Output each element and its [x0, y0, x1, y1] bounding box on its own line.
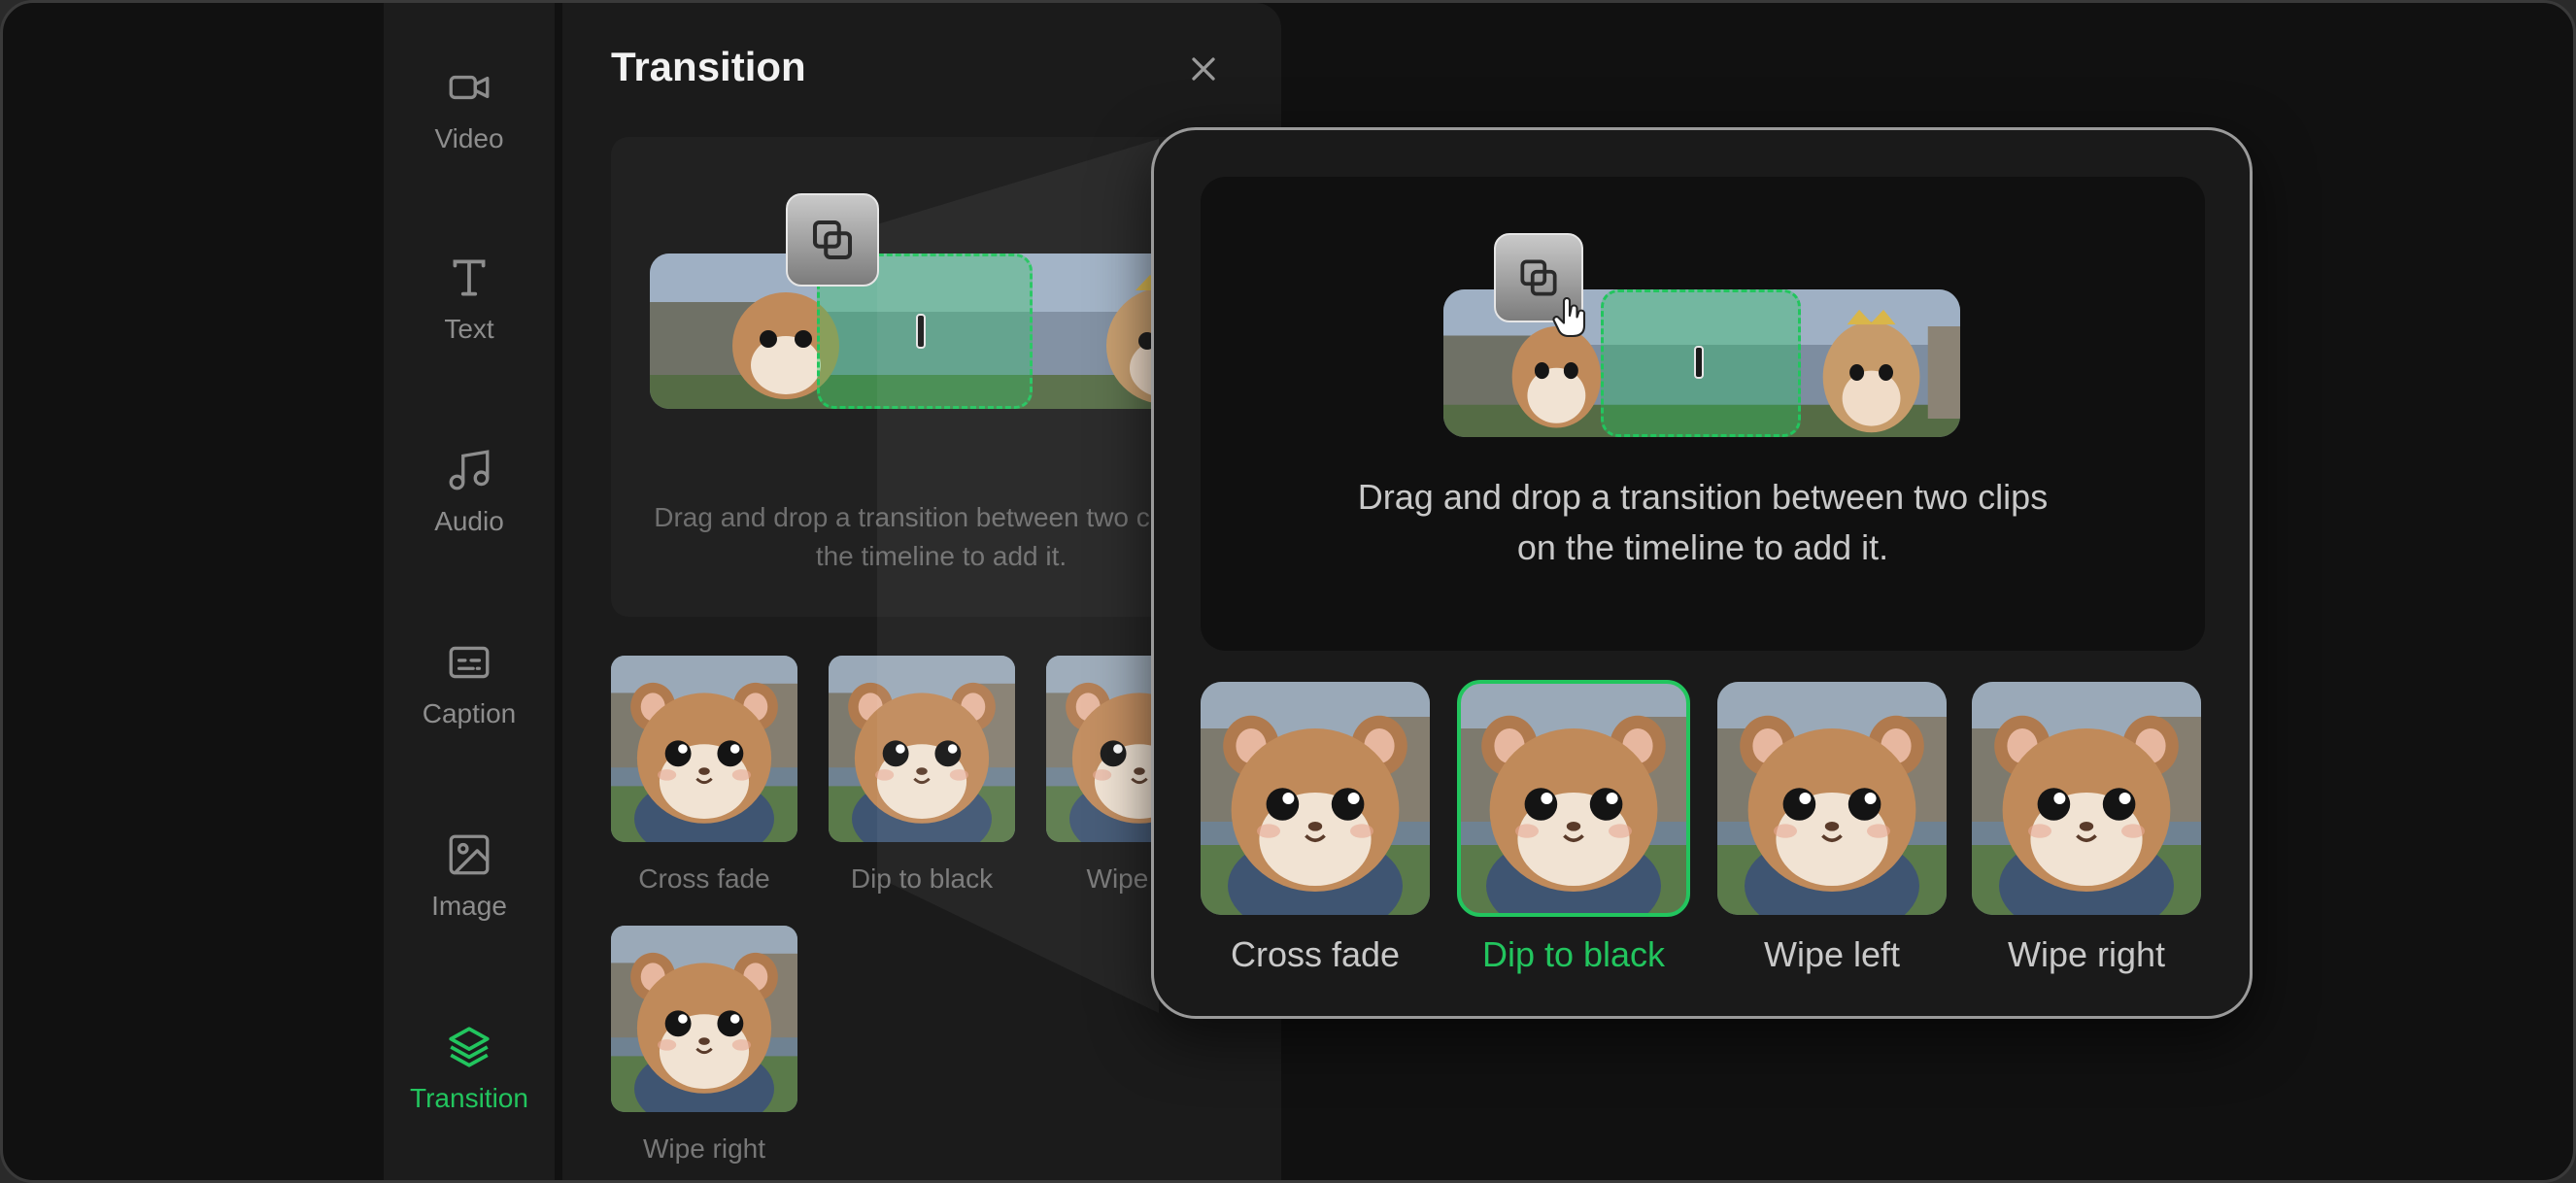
thumb-label: Wipe right — [642, 1133, 766, 1164]
panel-hint: Drag and drop a transition between two c… — [654, 502, 1229, 571]
sidebar-nav: Video Text Audio Caption Image Transitio… — [384, 3, 555, 1180]
nav-item-label: Caption — [422, 698, 517, 728]
thumb-dip-to-black[interactable] — [829, 656, 1015, 842]
hamster-thumbnail — [1201, 682, 1430, 915]
clip-divider-handle[interactable] — [1694, 346, 1704, 379]
zoom-preview: Drag and drop a transition between two c… — [1201, 177, 2205, 651]
nav-item-label: Audio — [434, 506, 504, 536]
tile-cross-fade[interactable] — [1201, 682, 1430, 915]
image-icon — [449, 834, 490, 875]
nav-item-label: Video — [434, 123, 504, 153]
thumb-label: Cross fade — [638, 863, 770, 894]
nav-item-transition[interactable]: Transition — [384, 1023, 555, 1139]
zoom-card: Drag and drop a transition between two c… — [1151, 127, 2253, 1019]
hamster-thumbnail — [1972, 682, 2201, 915]
layers-icon — [449, 1027, 490, 1067]
hint-line: on the timeline to add it. — [1516, 527, 1889, 567]
nav-item-image[interactable]: Image — [384, 830, 555, 947]
tile-label: Cross fade — [1230, 934, 1401, 974]
tile-label: Dip to black — [1481, 934, 1666, 974]
nav-item-label: Text — [444, 314, 494, 344]
zoom-hint: Drag and drop a transition between two c… — [1278, 472, 2127, 573]
thumb-wipe-right[interactable] — [611, 926, 797, 1112]
hamster-thumbnail — [829, 656, 1015, 842]
clip-divider-handle[interactable] — [916, 314, 926, 349]
nav-item-text[interactable]: Text — [384, 254, 555, 370]
music-note-icon — [449, 450, 490, 490]
nav-item-label: Transition — [410, 1083, 528, 1113]
close-icon[interactable] — [1184, 50, 1223, 88]
nav-item-label: Image — [431, 891, 507, 921]
transition-copy-icon[interactable] — [786, 193, 879, 287]
hamster-thumbnail — [611, 656, 797, 842]
thumb-label: Dip to black — [850, 863, 994, 894]
panel-title: Transition — [611, 44, 806, 89]
app-frame: Video Text Audio Caption Image Transitio… — [0, 0, 2576, 1183]
caption-icon — [449, 646, 490, 679]
tile-wipe-right[interactable] — [1972, 682, 2201, 915]
video-camera-icon — [449, 75, 490, 100]
nav-item-audio[interactable]: Audio — [384, 446, 555, 562]
nav-item-caption[interactable]: Caption — [384, 638, 555, 755]
hamster-thumbnail — [1717, 682, 1947, 915]
nav-item-video[interactable]: Video — [384, 63, 555, 180]
text-t-icon — [453, 259, 486, 296]
hamster-thumbnail — [611, 926, 797, 1112]
tile-dip-to-black[interactable] — [1457, 680, 1690, 917]
hamster-thumbnail — [1459, 682, 1688, 915]
hand-cursor-icon — [1552, 297, 1586, 338]
hint-line: Drag and drop a transition between two c… — [1357, 477, 2049, 517]
tile-label: Wipe left — [1763, 934, 1901, 974]
thumb-cross-fade[interactable] — [611, 656, 797, 842]
tile-label: Wipe right — [2007, 934, 2166, 974]
tile-wipe-left[interactable] — [1717, 682, 1947, 915]
